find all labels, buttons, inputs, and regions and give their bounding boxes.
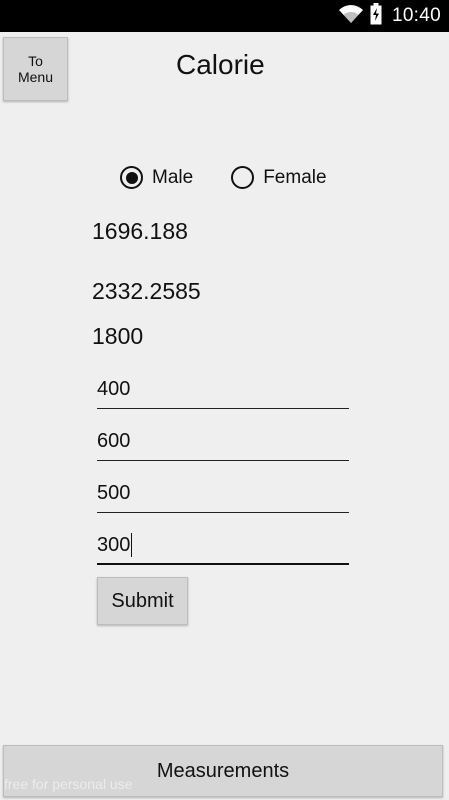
radio-selected-dot	[125, 171, 138, 184]
input-field-4-value-wrap: 300	[97, 533, 133, 557]
measurements-button[interactable]: Measurements	[3, 745, 443, 797]
input-field-2-value: 600	[97, 430, 131, 452]
status-bar: 10:40	[0, 0, 449, 32]
status-time: 10:40	[391, 5, 441, 26]
radio-male[interactable]: Male	[120, 166, 193, 189]
input-field-1-value: 400	[97, 378, 131, 400]
result-value-1: 1696.188	[92, 218, 188, 244]
to-menu-button[interactable]: To Menu	[3, 37, 68, 101]
wifi-icon	[338, 4, 364, 29]
input-field-2[interactable]: 600	[97, 421, 349, 461]
radio-male-label: Male	[152, 166, 194, 188]
input-field-3-value: 500	[97, 482, 131, 504]
result-value-3: 1800	[92, 323, 144, 349]
page-title: Calorie	[176, 49, 265, 80]
radio-button-icon	[120, 166, 143, 189]
radio-button-icon	[231, 166, 255, 189]
radio-female-label: Female	[263, 166, 327, 188]
battery-charging-icon	[370, 2, 382, 30]
input-field-1[interactable]: 400	[97, 369, 349, 409]
status-icons: 10:40	[338, 2, 441, 30]
input-field-3[interactable]: 500	[97, 473, 349, 513]
input-field-4[interactable]: 300	[97, 525, 349, 565]
radio-female[interactable]: Female	[231, 166, 327, 189]
input-field-4-value: 300	[97, 534, 131, 556]
submit-button[interactable]: Submit	[97, 577, 188, 625]
gender-radio-group: Male Female	[120, 166, 365, 189]
text-caret	[131, 533, 133, 557]
result-value-2: 2332.2585	[92, 278, 201, 304]
